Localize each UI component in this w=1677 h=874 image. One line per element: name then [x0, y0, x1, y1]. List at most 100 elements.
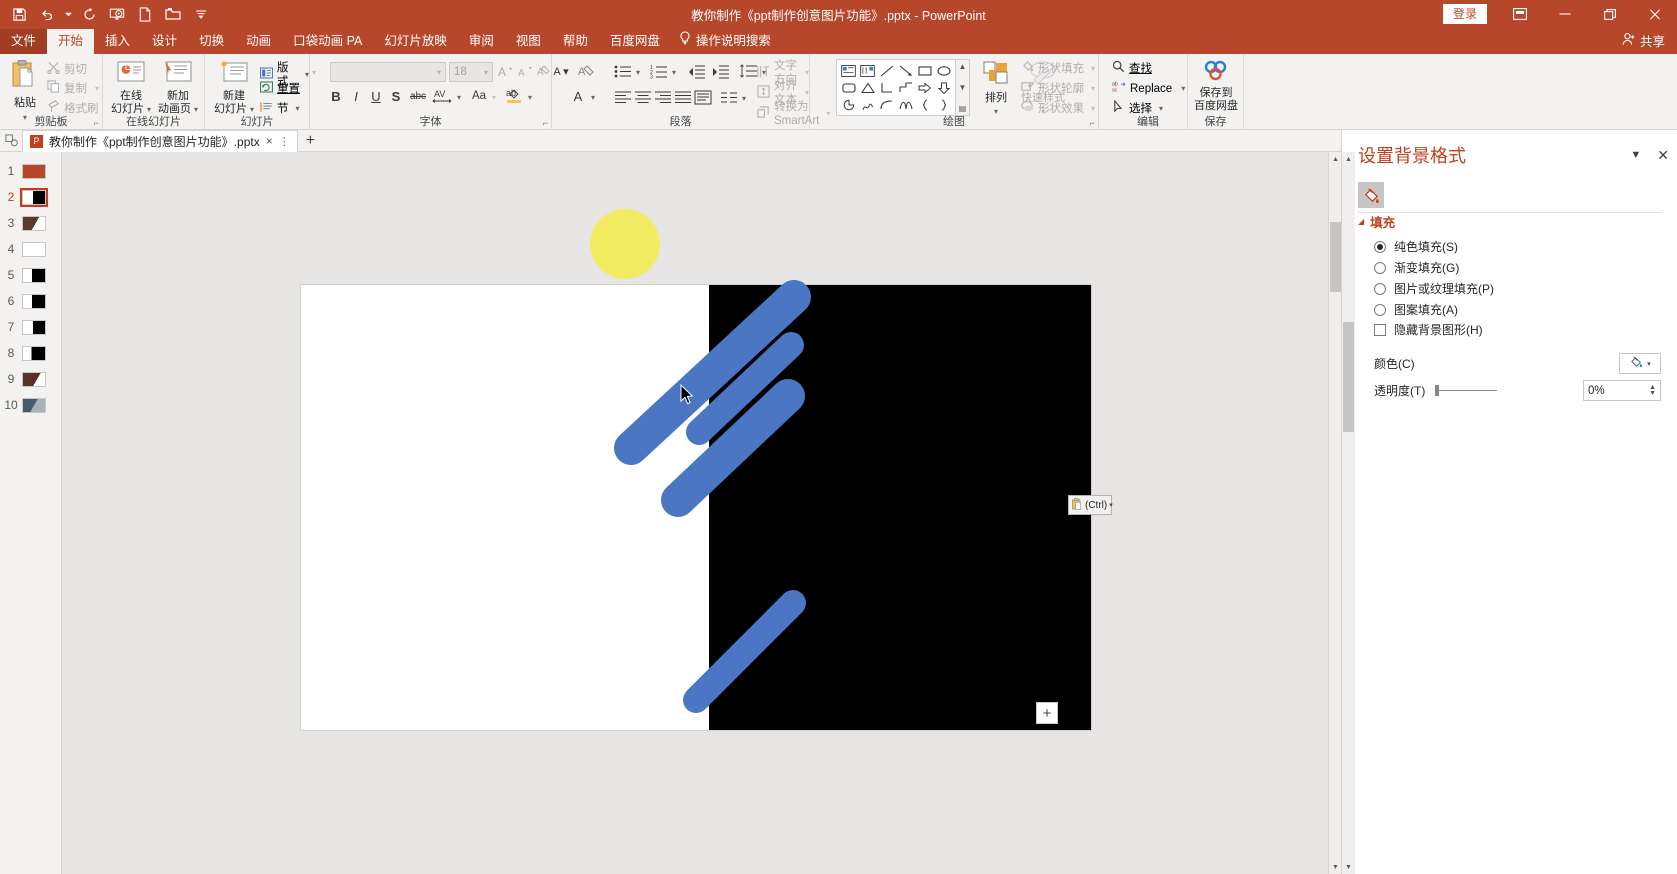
ribbon-tab-review[interactable]: 审阅: [458, 29, 505, 54]
canvas-vertical-scrollbar[interactable]: ▲ ▼: [1328, 152, 1341, 874]
align-left-button[interactable]: [612, 87, 634, 107]
bold-button[interactable]: B: [326, 86, 346, 106]
shape-elbow-connector-icon[interactable]: [877, 79, 896, 96]
strikethrough-button[interactable]: abc: [406, 86, 430, 106]
font-name-combobox[interactable]: ▾: [330, 62, 446, 82]
chevron-down-icon[interactable]: ▾: [484, 68, 488, 77]
font-color-a-button[interactable]: A: [567, 86, 589, 106]
chevron-down-icon[interactable]: ▾: [742, 94, 746, 103]
reset-button[interactable]: 重置: [260, 81, 300, 97]
slider-knob[interactable]: [1435, 385, 1439, 396]
document-tab[interactable]: P 教你制作《ppt制作创意图片功能》.pptx × ⋮: [22, 130, 298, 152]
shape-down-arrow-icon[interactable]: [934, 79, 953, 96]
scroll-down-icon[interactable]: ▼: [959, 83, 967, 92]
distribute-button[interactable]: [692, 87, 714, 107]
shape-double-arc-icon[interactable]: [896, 96, 915, 113]
undo-icon[interactable]: [34, 2, 60, 26]
chevron-down-icon[interactable]: ▾: [437, 68, 441, 77]
radio-solid-fill[interactable]: 纯色填充(S): [1374, 238, 1458, 255]
ribbon-tab-home[interactable]: 开始: [47, 29, 94, 54]
slide-thumb-7[interactable]: 7: [0, 314, 62, 340]
shape-vertical-textbox-icon[interactable]: [858, 62, 877, 79]
shape-textbox-icon[interactable]: [839, 62, 858, 79]
text-shadow-button[interactable]: S: [386, 86, 406, 106]
ribbon-tab-animations[interactable]: 动画: [235, 29, 282, 54]
chevron-down-icon[interactable]: ▾: [1109, 501, 1113, 509]
chevron-down-icon[interactable]: ▾: [672, 68, 676, 77]
slide-thumb-2[interactable]: 2: [0, 184, 62, 210]
radio-icon[interactable]: [1374, 262, 1386, 274]
radio-icon[interactable]: [1374, 241, 1386, 253]
find-button[interactable]: 查找: [1112, 60, 1152, 77]
spin-down-icon[interactable]: ▼: [1649, 391, 1656, 397]
maximize-restore-button[interactable]: [1587, 0, 1632, 28]
tell-me-search[interactable]: 操作说明搜索: [671, 26, 779, 54]
slide-thumb-10[interactable]: 10: [0, 392, 62, 418]
arrange-button[interactable]: 排列 ▾: [976, 60, 1016, 118]
shape-double-elbow-icon[interactable]: [896, 79, 915, 96]
slide-preview[interactable]: [22, 190, 46, 205]
sign-in-button[interactable]: 登录: [1443, 4, 1487, 24]
font-dialog-launcher-icon[interactable]: ⌐: [543, 118, 548, 128]
shape-triangle-icon[interactable]: [858, 79, 877, 96]
redo-icon[interactable]: [76, 2, 102, 26]
align-right-button[interactable]: [652, 87, 674, 107]
scrollbar-thumb[interactable]: [1330, 222, 1341, 292]
scroll-up-icon[interactable]: ▲: [1342, 152, 1355, 166]
close-tab-icon[interactable]: ×: [266, 134, 273, 148]
ribbon-display-options-icon[interactable]: [1497, 0, 1542, 28]
align-center-button[interactable]: [632, 87, 654, 107]
ribbon-tab-file[interactable]: 文件: [0, 29, 47, 54]
ribbon-tab-baidu-netdisk[interactable]: 百度网盘: [599, 29, 671, 54]
slide-preview[interactable]: [22, 372, 46, 387]
replace-button[interactable]: abac Replace ▾: [1112, 80, 1185, 97]
section-header-fill[interactable]: ◢ 填充: [1358, 212, 1395, 231]
shape-line-icon[interactable]: [877, 62, 896, 79]
shape-freeform-icon[interactable]: [858, 96, 877, 113]
new-animation-page-button[interactable]: 新加 动画页 ▾: [155, 60, 201, 116]
numbered-list-button[interactable]: 123: [648, 61, 670, 81]
shape-left-brace-icon[interactable]: [915, 96, 934, 113]
chevron-down-icon[interactable]: ▾: [636, 68, 640, 77]
clear-all-formatting-button[interactable]: A: [576, 61, 598, 81]
shape-oval-icon[interactable]: [934, 62, 953, 79]
fill-color-picker-button[interactable]: ▾: [1619, 353, 1661, 374]
share-button[interactable]: 共享: [1622, 31, 1665, 50]
slide-thumb-6[interactable]: 6: [0, 288, 62, 314]
increase-indent-button[interactable]: [710, 61, 732, 81]
add-content-button[interactable]: +: [1036, 702, 1058, 724]
fill-bucket-icon[interactable]: [1358, 182, 1384, 208]
slide-thumb-5[interactable]: 5: [0, 262, 62, 288]
new-tab-button[interactable]: +: [298, 132, 323, 150]
text-highlight-button[interactable]: ab: [503, 86, 527, 106]
character-spacing-button[interactable]: AV: [430, 86, 456, 106]
slide-preview[interactable]: [22, 294, 46, 309]
pane-close-icon[interactable]: ✕: [1657, 147, 1669, 164]
save-to-baidu-netdisk-button[interactable]: 保存到 百度网盘: [1191, 59, 1241, 113]
scroll-up-icon[interactable]: ▲: [959, 62, 967, 71]
slide-thumb-3[interactable]: 3: [0, 210, 62, 236]
slide-preview[interactable]: [22, 242, 46, 257]
radio-icon[interactable]: [1374, 283, 1386, 295]
radio-icon[interactable]: [1374, 304, 1386, 316]
shape-pie-icon[interactable]: [839, 96, 858, 113]
radio-gradient-fill[interactable]: 渐变填充(G): [1374, 259, 1459, 276]
slide-preview[interactable]: [22, 320, 46, 335]
slide-thumb-8[interactable]: 8: [0, 340, 62, 366]
slide-preview[interactable]: [22, 398, 46, 413]
font-size-combobox[interactable]: 18 ▾: [449, 62, 493, 82]
triangle-expand-icon[interactable]: ◢: [1358, 217, 1364, 226]
blue-diagonal-bars[interactable]: [301, 250, 1091, 730]
slide-canvas-area[interactable]: (Ctrl) ▾ +: [62, 152, 1340, 874]
slide-preview[interactable]: [22, 164, 46, 179]
checkbox-icon[interactable]: [1374, 324, 1386, 336]
shapes-gallery[interactable]: [836, 59, 956, 116]
radio-pattern-fill[interactable]: 图案填充(A): [1374, 301, 1458, 318]
chevron-down-icon[interactable]: ▾: [1181, 82, 1185, 96]
italic-button[interactable]: I: [346, 86, 366, 106]
justify-button[interactable]: [672, 87, 694, 107]
shape-rectangle-icon[interactable]: [915, 62, 934, 79]
minimize-button[interactable]: [1542, 0, 1587, 28]
slide-thumb-4[interactable]: 4: [0, 236, 62, 262]
shapes-gallery-scrollbar[interactable]: ▲ ▼ ▤: [956, 59, 970, 116]
